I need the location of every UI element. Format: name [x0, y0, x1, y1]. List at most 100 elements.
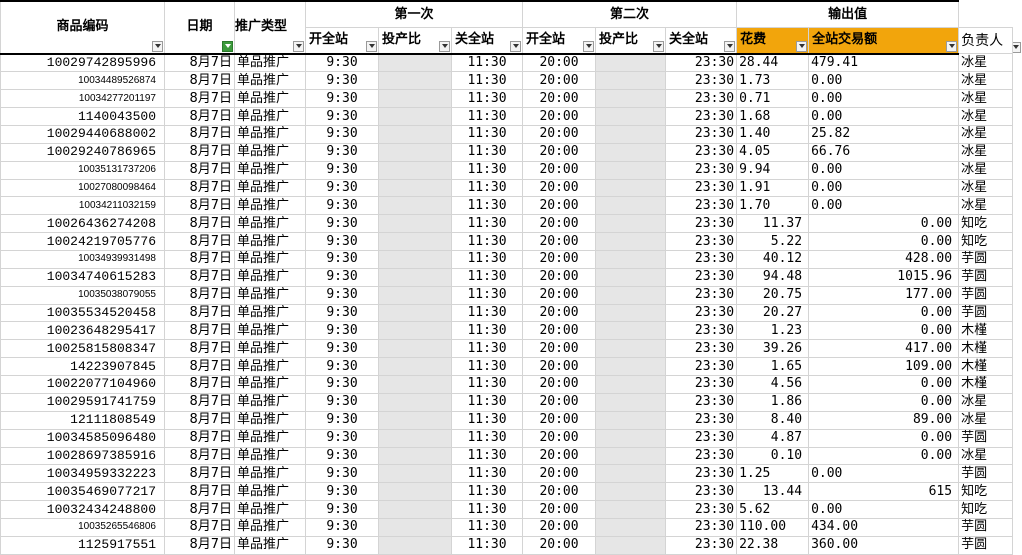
cell-gmv[interactable]: 0.00: [808, 196, 960, 216]
cell-first-open[interactable]: 9:30: [305, 464, 379, 484]
header-first-invest[interactable]: 投产比: [378, 27, 452, 55]
cell-second-close[interactable]: 23:30: [665, 232, 738, 252]
cell-gmv[interactable]: 428.00: [808, 250, 960, 269]
cell-first-close[interactable]: 11:30: [450, 392, 524, 412]
cell-item-code[interactable]: 10029440688002: [0, 125, 165, 144]
cell-date[interactable]: 8月7日: [164, 267, 235, 287]
cell-gmv[interactable]: 109.00: [808, 357, 960, 377]
cell-owner[interactable]: 冰星: [958, 125, 1014, 144]
cell-cost[interactable]: 1.68: [736, 107, 810, 127]
cell-gmv[interactable]: 479.41: [808, 53, 960, 73]
cell-second-invest[interactable]: [595, 357, 667, 377]
cell-second-invest[interactable]: [595, 89, 667, 109]
cell-cost[interactable]: 1.70: [736, 196, 810, 216]
cell-second-close[interactable]: 23:30: [665, 142, 738, 162]
cell-second-close[interactable]: 23:30: [665, 250, 738, 269]
cell-item-code[interactable]: 10028697385916: [0, 446, 165, 466]
cell-promo-type[interactable]: 单品推广: [234, 535, 306, 555]
header-second-close[interactable]: 关全站: [665, 27, 738, 55]
cell-empty[interactable]: [1013, 340, 1022, 358]
cell-second-close[interactable]: 23:30: [665, 214, 738, 234]
cell-first-invest[interactable]: [378, 125, 452, 144]
cell-cost[interactable]: 1.23: [736, 321, 810, 341]
cell-second-invest[interactable]: [595, 339, 667, 359]
cell-date[interactable]: 8月7日: [164, 375, 235, 394]
header-cost[interactable]: 花费: [736, 27, 810, 55]
cell-first-open[interactable]: 9:30: [305, 535, 379, 555]
cell-first-open[interactable]: 9:30: [305, 107, 379, 127]
header-owner[interactable]: 负责人: [958, 27, 1014, 55]
cell-item-code[interactable]: 10034211032159: [0, 196, 165, 216]
cell-first-close[interactable]: 11:30: [450, 357, 524, 377]
cell-promo-type[interactable]: 单品推广: [234, 303, 306, 323]
cell-item-code[interactable]: 10034277201197: [0, 89, 165, 109]
cell-item-code[interactable]: 10034959332223: [0, 464, 165, 484]
cell-first-close[interactable]: 11:30: [450, 89, 524, 109]
cell-date[interactable]: 8月7日: [164, 71, 235, 91]
cell-cost[interactable]: 8.40: [736, 410, 810, 430]
header-second-invest[interactable]: 投产比: [595, 27, 667, 55]
cell-first-open[interactable]: 9:30: [305, 482, 379, 502]
cell-item-code[interactable]: 10025815808347: [0, 339, 165, 359]
cell-gmv[interactable]: 417.00: [808, 339, 960, 359]
cell-cost[interactable]: 94.48: [736, 267, 810, 287]
cell-gmv[interactable]: 0.00: [808, 303, 960, 323]
cell-first-open[interactable]: 9:30: [305, 214, 379, 234]
cell-second-open[interactable]: 20:00: [522, 410, 597, 430]
cell-first-close[interactable]: 11:30: [450, 125, 524, 144]
cell-first-close[interactable]: 11:30: [450, 196, 524, 216]
cell-second-open[interactable]: 20:00: [522, 160, 597, 180]
cell-cost[interactable]: 20.27: [736, 303, 810, 323]
cell-second-invest[interactable]: [595, 535, 667, 555]
cell-item-code[interactable]: 10035469077217: [0, 482, 165, 502]
cell-second-close[interactable]: 23:30: [665, 535, 738, 555]
cell-owner[interactable]: 冰星: [958, 142, 1014, 162]
filter-active-icon[interactable]: [222, 40, 233, 52]
cell-promo-type[interactable]: 单品推广: [234, 446, 306, 466]
cell-promo-type[interactable]: 单品推广: [234, 89, 306, 109]
cell-second-invest[interactable]: [595, 125, 667, 144]
cell-first-invest[interactable]: [378, 285, 452, 305]
cell-first-invest[interactable]: [378, 214, 452, 234]
cell-promo-type[interactable]: 单品推广: [234, 357, 306, 377]
cell-gmv[interactable]: 0.00: [808, 464, 960, 484]
cell-second-invest[interactable]: [595, 303, 667, 323]
cell-promo-type[interactable]: 单品推广: [234, 107, 306, 127]
cell-second-invest[interactable]: [595, 392, 667, 412]
cell-first-open[interactable]: 9:30: [305, 267, 379, 287]
cell-first-close[interactable]: 11:30: [450, 71, 524, 91]
cell-cost[interactable]: 40.12: [736, 250, 810, 269]
cell-promo-type[interactable]: 单品推广: [234, 267, 306, 287]
cell-item-code[interactable]: 10035534520458: [0, 303, 165, 323]
cell-promo-type[interactable]: 单品推广: [234, 53, 306, 73]
cell-gmv[interactable]: 0.00: [808, 500, 960, 519]
cell-second-close[interactable]: 23:30: [665, 482, 738, 502]
cell-empty[interactable]: [1013, 501, 1022, 519]
cell-owner[interactable]: 木槿: [958, 321, 1014, 341]
cell-item-code[interactable]: 10034740615283: [0, 267, 165, 287]
cell-empty[interactable]: [1013, 233, 1022, 251]
cell-date[interactable]: 8月7日: [164, 214, 235, 234]
cell-cost[interactable]: 13.44: [736, 482, 810, 502]
cell-second-open[interactable]: 20:00: [522, 535, 597, 555]
cell-promo-type[interactable]: 单品推广: [234, 178, 306, 198]
cell-second-open[interactable]: 20:00: [522, 321, 597, 341]
header-first-close[interactable]: 关全站: [450, 27, 524, 55]
cell-gmv[interactable]: 0.00: [808, 89, 960, 109]
cell-empty[interactable]: [1013, 72, 1022, 90]
cell-date[interactable]: 8月7日: [164, 125, 235, 144]
cell-second-invest[interactable]: [595, 285, 667, 305]
cell-first-invest[interactable]: [378, 178, 452, 198]
cell-first-close[interactable]: 11:30: [450, 410, 524, 430]
cell-date[interactable]: 8月7日: [164, 178, 235, 198]
cell-promo-type[interactable]: 单品推广: [234, 142, 306, 162]
cell-cost[interactable]: 5.22: [736, 232, 810, 252]
cell-first-open[interactable]: 9:30: [305, 232, 379, 252]
cell-owner[interactable]: 木槿: [958, 375, 1014, 394]
cell-empty[interactable]: [1013, 251, 1022, 269]
cell-owner[interactable]: 木槿: [958, 339, 1014, 359]
cell-second-open[interactable]: 20:00: [522, 196, 597, 216]
cell-second-open[interactable]: 20:00: [522, 232, 597, 252]
cell-empty[interactable]: [1013, 143, 1022, 161]
cell-second-open[interactable]: 20:00: [522, 500, 597, 519]
